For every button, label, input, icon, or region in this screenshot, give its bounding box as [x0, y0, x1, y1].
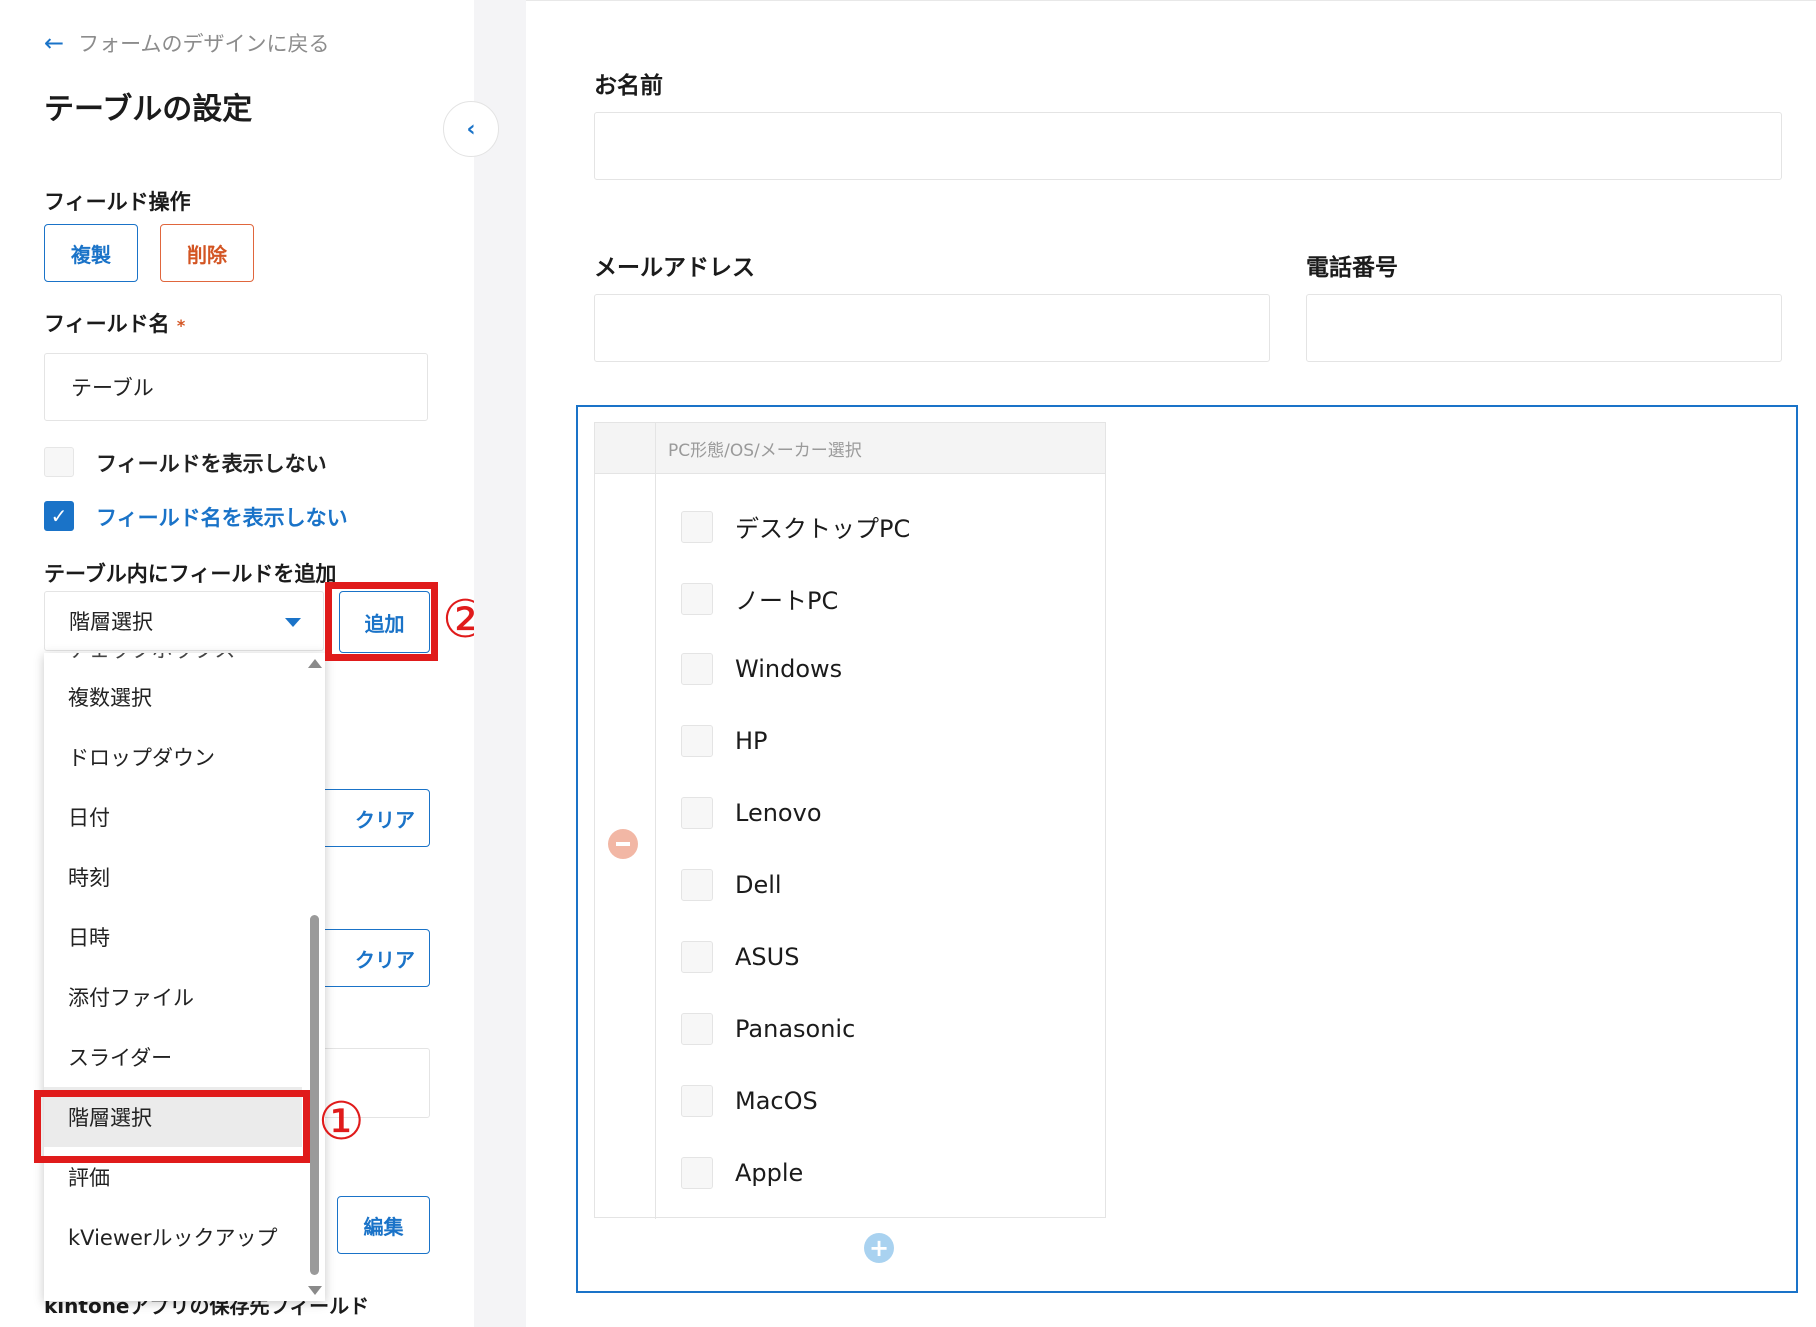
back-link-label: フォームのデザインに戻る: [78, 32, 330, 56]
option-item[interactable]: Lenovo: [681, 797, 822, 829]
remove-row-button[interactable]: [608, 829, 638, 859]
option-label: Dell: [735, 871, 782, 899]
option-item[interactable]: Dell: [681, 869, 782, 901]
field-ops-heading: フィールド操作: [44, 190, 191, 214]
email-input[interactable]: [594, 294, 1270, 362]
option-checkbox[interactable]: [681, 941, 713, 973]
table-column-divider: [655, 473, 656, 1219]
option-checkbox[interactable]: [681, 869, 713, 901]
option-item[interactable]: デスクトップPC: [681, 509, 910, 544]
collapse-panel-button[interactable]: ‹: [443, 101, 499, 157]
back-link[interactable]: ← フォームのデザインに戻る: [44, 28, 329, 58]
email-field-label: メールアドレス: [594, 255, 755, 281]
clear-button-1-label: クリア: [355, 807, 415, 832]
option-label: Panasonic: [735, 1015, 856, 1043]
option-item[interactable]: Windows: [681, 653, 842, 685]
option-checkbox[interactable]: [681, 797, 713, 829]
hide-field-label: フィールドを表示しない: [96, 452, 327, 476]
field-type-selected-value: 階層選択: [69, 610, 153, 634]
name-field-label: お名前: [594, 73, 663, 99]
field-type-dropdown: チェックボックス 複数選択 ドロップダウン 日付 時刻 日時 添付ファイル スラ…: [44, 653, 325, 1301]
option-label: ASUS: [735, 943, 800, 971]
chevron-down-icon: [285, 618, 301, 627]
option-checkbox[interactable]: [681, 653, 713, 685]
hide-field-name-checkbox[interactable]: ✓: [44, 501, 74, 531]
name-input[interactable]: [594, 112, 1782, 180]
dropdown-item[interactable]: kViewerルックアップ: [44, 1207, 302, 1267]
scroll-up-icon[interactable]: [308, 659, 322, 668]
table-column-header: PC形態/OS/メーカー選択: [655, 423, 1105, 473]
option-checkbox[interactable]: [681, 725, 713, 757]
marker-1: ①: [318, 1092, 365, 1152]
field-name-label: フィールド名: [44, 312, 170, 336]
delete-button[interactable]: 削除: [160, 224, 254, 282]
table-header: PC形態/OS/メーカー選択: [595, 423, 1105, 474]
option-item[interactable]: ノートPC: [681, 581, 838, 616]
option-label: MacOS: [735, 1087, 818, 1115]
option-checkbox[interactable]: [681, 1085, 713, 1117]
dropdown-scrollbar[interactable]: [308, 653, 322, 1301]
highlight-box-1: [34, 1090, 310, 1163]
add-field-heading: テーブル内にフィールドを追加: [44, 562, 337, 586]
option-item[interactable]: Panasonic: [681, 1013, 855, 1045]
panel-divider: [474, 0, 526, 1327]
option-label: HP: [735, 727, 768, 755]
field-name-heading: フィールド名 *: [44, 308, 185, 338]
checkmark-icon: ✓: [50, 504, 68, 528]
dropdown-item[interactable]: 日時: [44, 907, 302, 967]
arrow-left-icon: ←: [44, 29, 65, 57]
chevron-left-icon: ‹: [466, 116, 476, 142]
settings-panel: ← フォームのデザインに戻る テーブルの設定 フィールド操作 複製 削除 フィー…: [0, 0, 489, 1327]
option-checkbox[interactable]: [681, 1013, 713, 1045]
minus-icon: [616, 842, 630, 846]
dropdown-item[interactable]: 複数選択: [44, 667, 302, 727]
field-name-input[interactable]: テーブル: [44, 353, 428, 421]
edit-button[interactable]: 編集: [337, 1196, 430, 1254]
plus-icon: +: [868, 1234, 890, 1262]
duplicate-button[interactable]: 複製: [44, 224, 138, 282]
clear-button-2-label: クリア: [355, 947, 415, 972]
option-item[interactable]: HP: [681, 725, 768, 757]
phone-input[interactable]: [1306, 294, 1782, 362]
hide-field-checkbox[interactable]: [44, 447, 74, 477]
option-item[interactable]: MacOS: [681, 1085, 818, 1117]
dropdown-item[interactable]: 日付: [44, 787, 302, 847]
add-row-button[interactable]: +: [864, 1233, 894, 1263]
option-checkbox[interactable]: [681, 1157, 713, 1189]
scroll-down-icon[interactable]: [308, 1286, 322, 1295]
hide-field-name-label: フィールド名を表示しない: [96, 506, 348, 530]
table-field: PC形態/OS/メーカー選択 デスクトップPC ノートPC Windows HP…: [594, 422, 1106, 1219]
option-label: ノートPC: [735, 587, 839, 615]
dropdown-item[interactable]: 時刻: [44, 847, 302, 907]
phone-field-label: 電話番号: [1306, 255, 1398, 281]
option-checkbox[interactable]: [681, 582, 713, 615]
option-item[interactable]: ASUS: [681, 941, 799, 973]
option-item[interactable]: Apple: [681, 1157, 803, 1189]
dropdown-item[interactable]: スライダー: [44, 1027, 302, 1087]
top-border: [526, 0, 1816, 1]
dropdown-item[interactable]: 添付ファイル: [44, 967, 302, 1027]
field-type-select[interactable]: 階層選択: [44, 591, 324, 651]
option-checkbox[interactable]: [681, 510, 713, 543]
option-label: Lenovo: [735, 799, 822, 827]
option-label: デスクトップPC: [735, 515, 911, 543]
dropdown-item[interactable]: ドロップダウン: [44, 727, 302, 787]
option-label: Windows: [735, 655, 843, 683]
option-label: Apple: [735, 1159, 804, 1187]
highlight-box-2: [325, 582, 438, 661]
page-title: テーブルの設定: [44, 92, 253, 127]
required-mark: *: [176, 316, 186, 335]
